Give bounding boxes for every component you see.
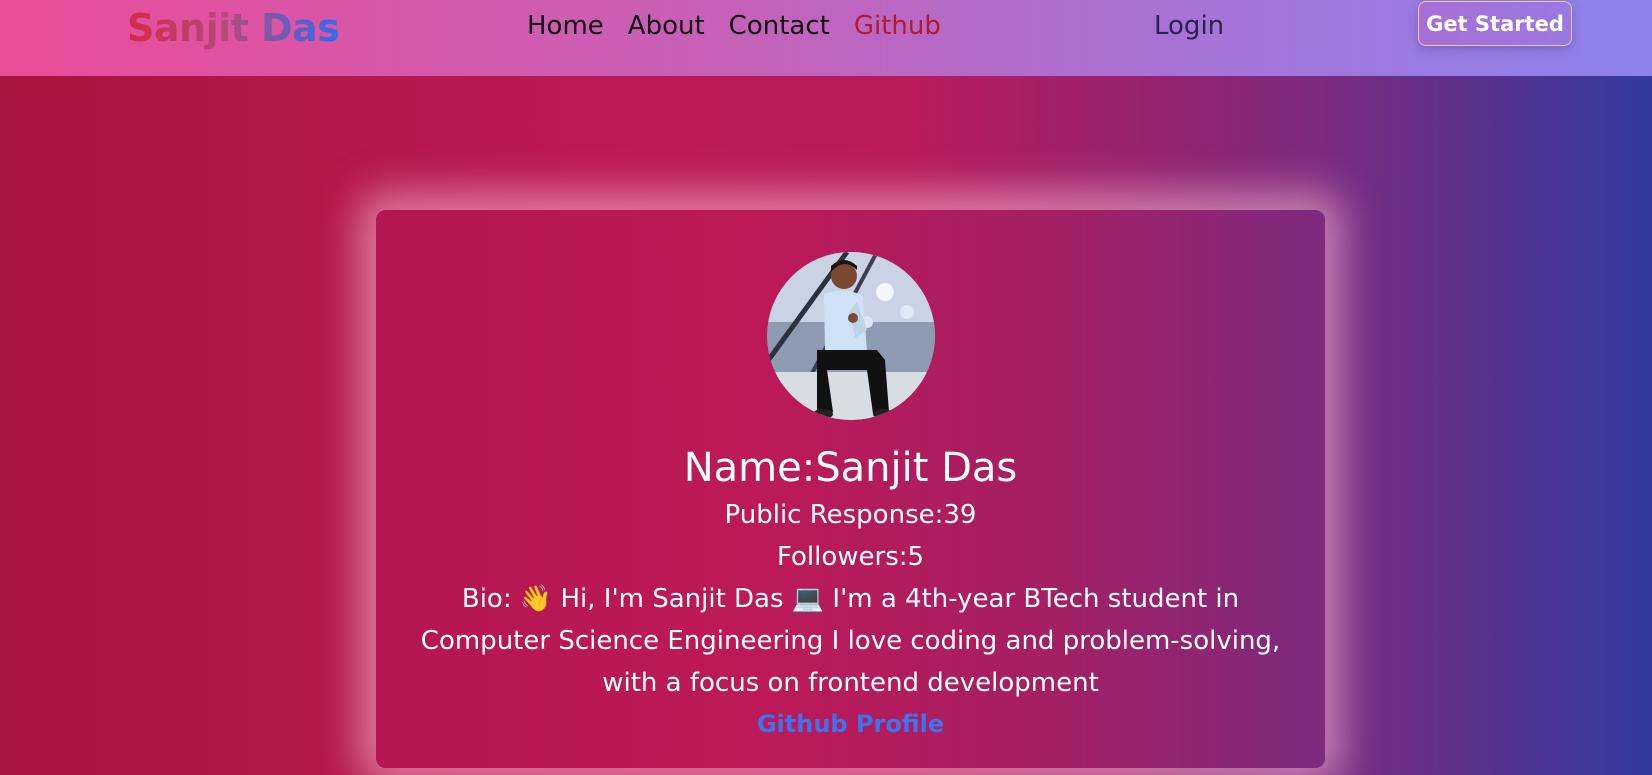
nav-home-link[interactable]: Home <box>527 8 604 44</box>
profile-details: Name:Sanjit Das Public Response:39 Follo… <box>376 442 1325 744</box>
profile-name: Name:Sanjit Das <box>683 445 1018 491</box>
followers-count: Followers:5 <box>776 542 925 572</box>
profile-bio: Bio: 👋 Hi, I'm Sanjit Das 💻 I'm a 4th-ye… <box>420 584 1281 698</box>
profile-card: Name:Sanjit Das Public Response:39 Follo… <box>376 210 1325 768</box>
public-response-count: Public Response:39 <box>724 500 977 530</box>
nav-contact-link[interactable]: Contact <box>729 8 830 44</box>
nav-links: Home About Contact Github <box>527 8 941 44</box>
github-profile-link[interactable]: Github Profile <box>757 704 944 744</box>
avatar <box>767 252 935 420</box>
login-link[interactable]: Login <box>1154 8 1224 44</box>
navbar: Sanjit Das Home About Contact Github Log… <box>0 0 1652 76</box>
nav-about-link[interactable]: About <box>628 8 705 44</box>
avatar-photo <box>767 252 935 420</box>
nav-github-link[interactable]: Github <box>854 8 941 44</box>
brand-logo[interactable]: Sanjit Das <box>127 4 340 52</box>
get-started-button[interactable]: Get Started <box>1418 1 1572 46</box>
